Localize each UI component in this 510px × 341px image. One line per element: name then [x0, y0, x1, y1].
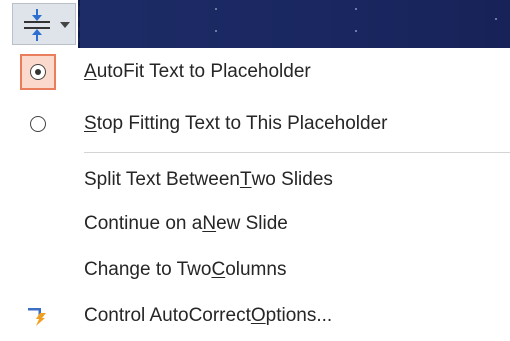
- menu-item-stop-fitting[interactable]: Stop Fitting Text to This Placeholder: [12, 100, 510, 148]
- radio-selected-icon: [30, 64, 46, 80]
- chevron-down-icon: [60, 22, 70, 28]
- autofit-options-dropdown: AutoFit Text to Placeholder Stop Fitting…: [0, 0, 510, 341]
- autofit-options-icon: [24, 9, 50, 41]
- access-key: A: [84, 61, 97, 82]
- access-key: N: [202, 213, 217, 234]
- autocorrect-lightning-icon: [28, 308, 46, 326]
- menu-item-split-text[interactable]: Split Text Between Two Slides: [12, 156, 510, 204]
- radio-empty-icon: [30, 116, 46, 132]
- radio-box: [20, 106, 56, 142]
- menu-item-label: AutoFit Text to Placeholder: [84, 61, 311, 82]
- menu-item-continue-new-slide[interactable]: Continue on a New Slide: [12, 200, 510, 248]
- menu-item-label: Stop Fitting Text to This Placeholder: [84, 113, 388, 134]
- menu-item-label: Split Text Between Two Slides: [84, 169, 333, 190]
- slide-edge: [78, 0, 510, 48]
- access-key: O: [250, 305, 266, 326]
- autofit-options-menu: AutoFit Text to Placeholder Stop Fitting…: [12, 48, 510, 341]
- autocorrect-icon-box: [20, 298, 56, 334]
- menu-item-autocorrect-options[interactable]: Control AutoCorrect Options...: [12, 292, 510, 340]
- menu-item-autofit-text[interactable]: AutoFit Text to Placeholder: [12, 48, 510, 96]
- menu-item-label: Change to Two Columns: [84, 259, 287, 280]
- access-key: C: [211, 259, 226, 280]
- toolbar-strip: [0, 0, 510, 48]
- menu-item-label: Continue on a New Slide: [84, 213, 288, 234]
- autofit-options-button[interactable]: [12, 3, 76, 45]
- access-key: T: [239, 169, 252, 190]
- menu-item-two-columns[interactable]: Change to Two Columns: [12, 246, 510, 294]
- menu-item-label: Control AutoCorrect Options...: [84, 305, 333, 326]
- radio-selected-box: [20, 54, 56, 90]
- menu-divider: [84, 152, 510, 153]
- access-key: S: [84, 113, 97, 134]
